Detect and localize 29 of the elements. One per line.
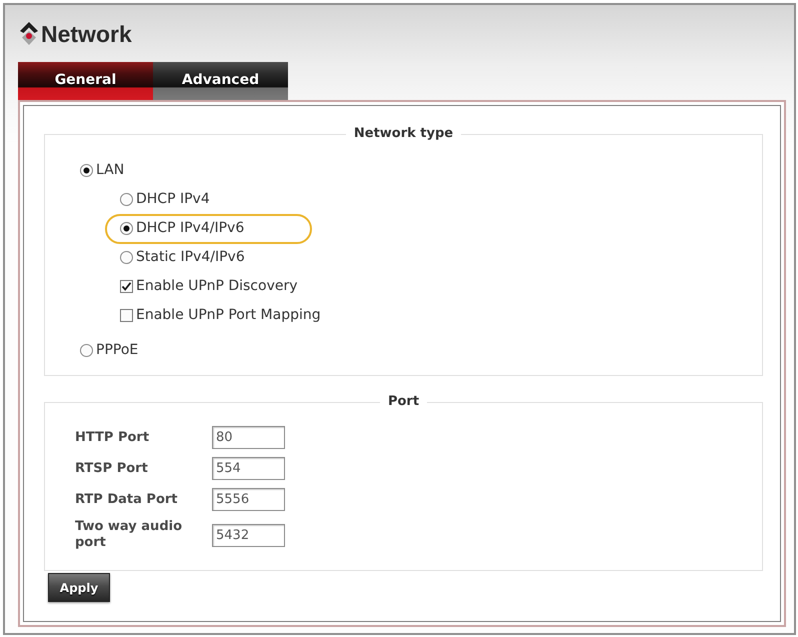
field-label: RTSP Port — [75, 460, 149, 476]
text-field[interactable]: 5556 — [212, 488, 285, 511]
checkbox-icon[interactable] — [120, 280, 133, 293]
radio-icon[interactable] — [120, 222, 133, 235]
radio-option[interactable]: LAN — [80, 162, 124, 179]
tab[interactable]: General — [18, 62, 153, 100]
radio-icon[interactable] — [120, 193, 133, 206]
field-label: RTP Data Port — [75, 492, 179, 508]
group-title: Network type — [352, 126, 454, 142]
group-title: Port — [386, 394, 420, 410]
field-label: HTTP Port — [75, 430, 150, 446]
radio-option[interactable]: PPPoE — [80, 342, 138, 359]
checkbox-icon[interactable] — [120, 309, 133, 322]
page-title: Network — [41, 20, 132, 49]
radio-option[interactable]: DHCP IPv4 — [120, 191, 210, 208]
checkbox-option[interactable]: Enable UPnP Discovery — [120, 278, 298, 295]
radio-icon[interactable] — [80, 164, 93, 177]
radio-icon[interactable] — [80, 344, 93, 357]
logo-icon — [20, 22, 38, 46]
radio-option[interactable]: Static IPv4/IPv6 — [120, 249, 245, 266]
text-field[interactable]: 5432 — [212, 524, 285, 546]
radio-option[interactable]: DHCP IPv4/IPv6 — [120, 220, 244, 237]
text-field[interactable]: 554 — [212, 457, 285, 480]
field-label: Two way audio port — [75, 519, 184, 551]
radio-icon[interactable] — [120, 251, 133, 264]
tab[interactable]: Advanced — [153, 62, 288, 100]
text-field[interactable]: 80 — [212, 426, 285, 449]
checkbox-option[interactable]: Enable UPnP Port Mapping — [120, 307, 321, 324]
apply-button[interactable]: Apply — [48, 573, 110, 602]
